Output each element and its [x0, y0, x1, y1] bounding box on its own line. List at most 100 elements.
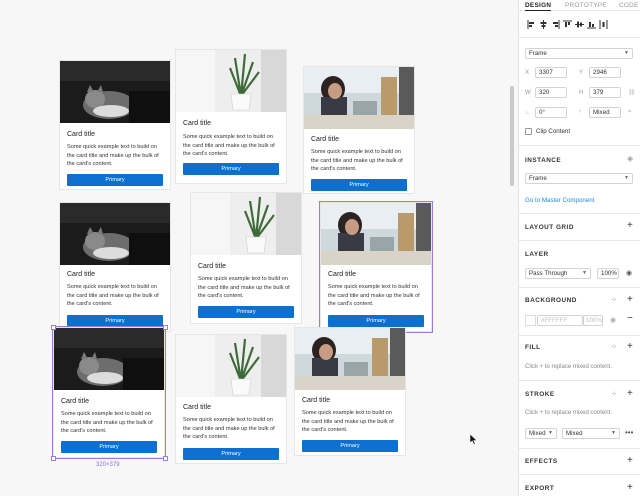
align-bottom-icon[interactable] — [587, 20, 596, 29]
card-image-woman — [295, 328, 405, 390]
card-title: Card title — [311, 136, 340, 143]
primary-button[interactable]: Primary — [198, 306, 294, 318]
primary-button[interactable]: Primary — [311, 179, 407, 191]
card[interactable]: Card title Some quick example text to bu… — [190, 192, 302, 324]
chevron-down-icon: ▼ — [624, 50, 629, 56]
card-text: Some quick example text to build on the … — [61, 411, 153, 434]
background-color-swatch[interactable] — [525, 315, 536, 326]
card-selected-primary[interactable]: Card title Some quick example text to bu… — [52, 326, 166, 459]
y-input[interactable]: 2946 — [589, 67, 621, 78]
background-section-title: BACKGROUND — [525, 297, 577, 304]
properties-panel: DESIGN PROTOTYPE CODE Frame ▼ X 3307 Y 2… — [518, 0, 640, 496]
rotation-input[interactable]: 0° — [535, 107, 567, 118]
tab-design[interactable]: DESIGN — [525, 2, 551, 9]
card[interactable]: Card title Some quick example text to bu… — [59, 202, 171, 332]
primary-button[interactable]: Primary — [67, 315, 163, 327]
stroke-position-select[interactable]: Mixed ▼ — [562, 428, 620, 439]
add-stroke-icon[interactable]: + — [627, 389, 633, 399]
card-text: Some quick example text to build on the … — [67, 144, 159, 167]
primary-button[interactable]: Primary — [61, 441, 157, 453]
x-input[interactable]: 3307 — [535, 67, 567, 78]
remove-background-icon[interactable]: − — [627, 314, 633, 324]
go-to-master-component-link[interactable]: Go to Master Component — [525, 197, 594, 204]
card-text: Some quick example text to build on the … — [328, 284, 420, 307]
stroke-section-title: STROKE — [525, 391, 555, 398]
card-title: Card title — [61, 398, 90, 405]
panel-tabs: DESIGN PROTOTYPE CODE — [519, 0, 640, 11]
background-hex-input[interactable]: #FFFFFF — [537, 315, 583, 326]
blend-mode-value: Pass Through — [529, 270, 568, 277]
add-export-icon[interactable]: + — [627, 483, 633, 493]
card[interactable]: Card title Some quick example text to bu… — [175, 334, 287, 464]
styles-grid-icon[interactable]: ⁘ — [611, 390, 617, 398]
add-layout-grid-icon[interactable]: + — [627, 221, 633, 231]
tab-code[interactable]: CODE — [619, 2, 639, 9]
primary-button[interactable]: Primary — [183, 448, 279, 460]
effects-section-title: EFFECTS — [525, 458, 558, 465]
layer-section-title: LAYER — [525, 251, 549, 258]
card-image-cat — [60, 203, 170, 265]
more-options-icon[interactable]: ••• — [625, 428, 633, 437]
background-opacity-input[interactable]: 100% — [583, 315, 603, 326]
card[interactable]: Card title Some quick example text to bu… — [59, 60, 171, 190]
resize-handle[interactable] — [163, 456, 168, 461]
export-section-title: EXPORT — [525, 485, 555, 492]
component-icon: ◈ — [627, 154, 634, 163]
align-center-horizontal-icon[interactable] — [539, 20, 548, 29]
card-title: Card title — [302, 397, 331, 404]
primary-button[interactable]: Primary — [183, 163, 279, 175]
card-image-woman — [321, 203, 431, 265]
independent-corners-icon[interactable]: ⌗ — [628, 109, 631, 116]
styles-grid-icon[interactable]: ⁘ — [611, 343, 617, 351]
canvas[interactable]: Card title Some quick example text to bu… — [0, 0, 518, 496]
styles-grid-icon[interactable]: ⁘ — [611, 296, 617, 304]
frame-type-select[interactable]: Frame ▼ — [525, 48, 633, 59]
layer-opacity-input[interactable]: 100% — [597, 268, 619, 279]
eye-icon[interactable]: ◉ — [626, 269, 632, 277]
clip-content-checkbox[interactable] — [525, 128, 532, 135]
card-text: Some quick example text to build on the … — [198, 276, 290, 299]
align-top-icon[interactable] — [563, 20, 572, 29]
stroke-weight-select[interactable]: Mixed ▼ — [525, 428, 557, 439]
distribute-icon[interactable] — [599, 20, 608, 29]
mouse-cursor-icon — [470, 434, 478, 445]
chevron-down-icon: ▼ — [624, 175, 629, 181]
card[interactable]: Card title Some quick example text to bu… — [303, 66, 415, 194]
card-image-plant — [176, 50, 286, 112]
height-input[interactable]: 379 — [589, 87, 621, 98]
resize-handle[interactable] — [51, 325, 56, 330]
stroke-mixed-hint: Click + to replace mixed content. — [525, 410, 612, 416]
card-image-cat — [60, 61, 170, 123]
fill-mixed-hint: Click + to replace mixed content. — [525, 364, 612, 370]
resize-handle[interactable] — [51, 456, 56, 461]
instance-select-value: Frame — [529, 175, 547, 182]
instance-section-title: INSTANCE — [525, 157, 562, 164]
card[interactable]: Card title Some quick example text to bu… — [294, 327, 406, 456]
align-right-icon[interactable] — [551, 20, 560, 29]
card-image-cat — [54, 328, 164, 390]
resize-handle[interactable] — [163, 325, 168, 330]
primary-button[interactable]: Primary — [67, 174, 163, 186]
canvas-scrollbar[interactable] — [510, 86, 514, 186]
instance-select[interactable]: Frame ▼ — [525, 173, 633, 184]
card-title: Card title — [328, 271, 357, 278]
eye-icon[interactable]: ◉ — [610, 316, 616, 324]
card-selected[interactable]: Card title Some quick example text to bu… — [319, 201, 433, 333]
corner-radius-input[interactable]: Mixed — [589, 107, 621, 118]
tab-prototype[interactable]: PROTOTYPE — [565, 2, 607, 9]
card-title: Card title — [67, 271, 96, 278]
primary-button[interactable]: Primary — [302, 440, 398, 452]
add-fill-icon[interactable]: + — [627, 342, 633, 352]
align-left-icon[interactable] — [527, 20, 536, 29]
blend-mode-select[interactable]: Pass Through ▼ — [525, 268, 591, 279]
h-label: H — [579, 90, 584, 96]
width-input[interactable]: 320 — [535, 87, 567, 98]
add-effect-icon[interactable]: + — [627, 456, 633, 466]
constrain-proportions-icon[interactable]: ⛓ — [628, 89, 636, 96]
add-background-icon[interactable]: + — [627, 295, 633, 305]
primary-button[interactable]: Primary — [328, 315, 424, 327]
card[interactable]: Card title Some quick example text to bu… — [175, 49, 287, 184]
align-center-vertical-icon[interactable] — [575, 20, 584, 29]
card-text: Some quick example text to build on the … — [311, 149, 403, 172]
card-text: Some quick example text to build on the … — [67, 284, 159, 307]
